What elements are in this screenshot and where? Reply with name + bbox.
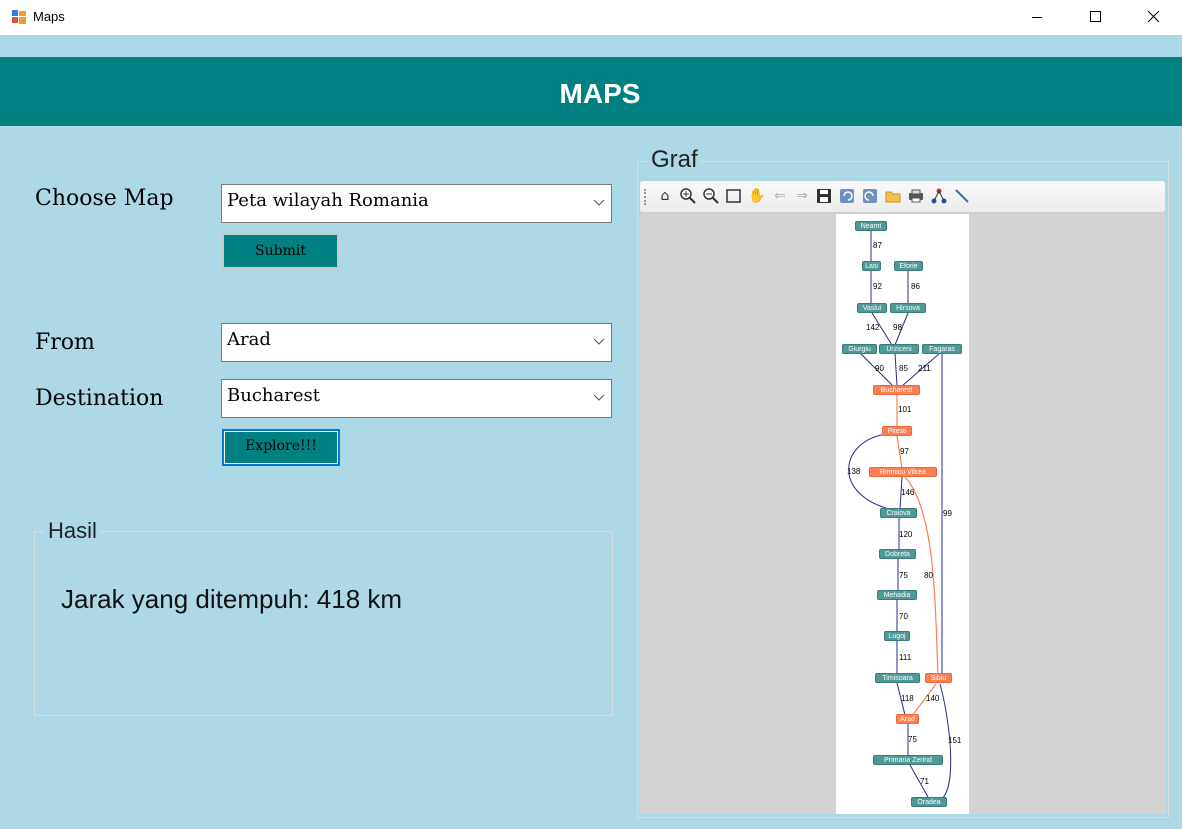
edge-label: 99	[943, 509, 952, 518]
edge-label: 80	[924, 571, 933, 580]
graph-edges	[848, 231, 952, 801]
edge-label: 75	[899, 571, 908, 580]
node-vaslui[interactable]: Vaslui	[857, 303, 887, 313]
edge-urziceni-bucharest	[894, 352, 898, 387]
node-eforie[interactable]: Eforie	[894, 261, 923, 271]
edge-label: 75	[908, 735, 917, 744]
edge-label: 142	[866, 323, 880, 332]
node-lasi[interactable]: Lasi	[862, 261, 881, 271]
edge-label: 90	[875, 364, 884, 373]
edge-label: 97	[900, 447, 909, 456]
edge-label: 120	[899, 530, 913, 539]
edge-label: 211	[918, 364, 931, 373]
edge-label: 70	[899, 612, 908, 621]
edge-label: 138	[847, 467, 861, 476]
edge-label: 111	[899, 653, 912, 662]
edge-label: 92	[873, 282, 882, 291]
edge-label: 86	[911, 282, 920, 291]
edge-label: 101	[898, 405, 912, 414]
edge-label: 87	[873, 241, 882, 250]
node-rimnicu-vilcea[interactable]: Rimnicu Vilcea	[869, 467, 937, 477]
node-arad[interactable]: Arad	[896, 714, 919, 724]
node-fagaras[interactable]: Fagaras	[922, 344, 962, 354]
node-hirsova[interactable]: Hirsova	[890, 303, 926, 313]
node-oradea[interactable]: Oradea	[911, 797, 947, 807]
path-edge-rimnicu-sibiu	[904, 476, 939, 676]
edge-label: 151	[948, 736, 962, 745]
edge-label: 71	[920, 777, 929, 786]
node-bucharest[interactable]: Bucharest	[873, 385, 920, 395]
edge-label: 118	[901, 694, 914, 703]
node-lugoj[interactable]: Lugoj	[884, 631, 910, 641]
edge-label: 85	[899, 364, 908, 373]
edge-label: 140	[926, 694, 940, 703]
node-dobreta[interactable]: Dobreta	[879, 549, 916, 559]
node-mehadia[interactable]: Mehadia	[877, 590, 917, 600]
edge-label: 146	[901, 488, 915, 497]
node-neamt[interactable]: Neamt	[855, 221, 887, 231]
node-timisoara[interactable]: Timisoara	[875, 673, 920, 683]
node-primaria-zerind[interactable]: Primaria Zerind	[873, 755, 943, 765]
node-sibiu[interactable]: Sibiu	[925, 673, 952, 683]
node-pitesti[interactable]: Pitesti	[882, 426, 912, 436]
edge-label: 98	[893, 323, 902, 332]
node-giurgiu[interactable]: Giurgiu	[842, 344, 877, 354]
node-craiova[interactable]: Craiova	[880, 508, 917, 518]
node-urziceni[interactable]: Urziceni	[879, 344, 919, 354]
